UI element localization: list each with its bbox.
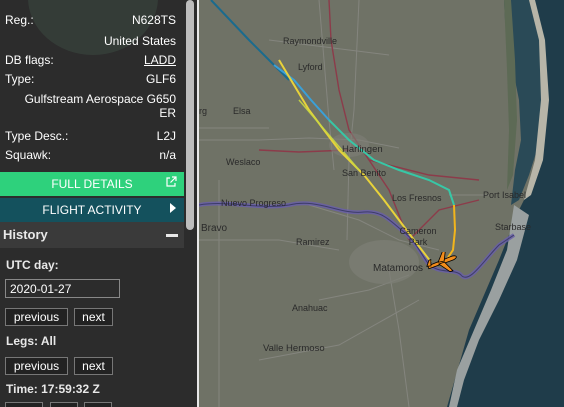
history-header[interactable]: History [0,222,184,248]
place-label: San Benito [342,168,387,178]
time-control-button-2[interactable] [50,402,78,407]
place-label: Port Isabel [483,190,527,200]
type-full-row: Gulfstream Aerospace G650 ER [10,92,176,120]
place-label: Weslaco [226,157,261,167]
db-flags-link[interactable]: LADD [144,53,176,67]
type-desc-label: Type Desc.: [5,129,69,143]
place-label: Anahuac [292,303,328,313]
previous-leg-button[interactable]: previous [5,357,68,375]
history-title: History [3,227,48,242]
place-label: Cameron Park [399,226,437,247]
collapse-icon[interactable] [166,234,178,237]
type-value: GLF6 [145,72,176,86]
squawk-value: n/a [159,148,176,162]
country-row: United States [5,34,176,48]
place-label: Lyford [298,62,323,72]
full-details-button[interactable]: FULL DETAILS [0,172,184,196]
place-label: Ramirez [296,237,330,247]
date-input[interactable]: 2020-01-27 [5,279,120,298]
place-label: Raymondville [283,36,338,46]
place-label: Valle Hermoso [263,343,325,354]
external-link-icon [165,176,177,191]
legs-label: Legs: All [6,334,57,348]
time-label: Time: 17:59:32 Z [6,382,100,396]
squawk-row: Squawk: n/a [5,148,176,162]
flight-activity-label: FLIGHT ACTIVITY [42,203,142,217]
type-label: Type: [5,72,35,86]
reg-value: N628TS [131,13,176,27]
map-view[interactable]: Raymondville Lyford rg Elsa Harlingen We… [199,0,564,407]
type-row: Type: GLF6 [5,72,176,86]
time-control-button-3[interactable] [84,402,112,407]
place-label: rg [199,106,208,116]
place-label: Matamoros [373,263,424,274]
country-value: United States [103,34,176,48]
flight-activity-button[interactable]: FLIGHT ACTIVITY [0,198,184,222]
place-label: Bravo [201,223,228,234]
place-label: Starbase [495,222,532,232]
place-label: Los Fresnos [392,193,442,203]
reg-label: Reg.: [5,13,34,27]
type-full-value: Gulfstream Aerospace G650 ER [24,92,176,120]
reg-row: Reg.: N628TS [5,13,176,27]
chevron-right-icon [170,203,176,213]
db-flags-label: DB flags: [5,53,54,67]
place-label: Elsa [233,106,251,116]
sidebar-scrollbar[interactable] [184,0,197,407]
scrollbar-thumb[interactable] [186,0,194,230]
full-details-label: FULL DETAILS [51,177,133,191]
next-leg-button[interactable]: next [74,357,113,375]
previous-day-button[interactable]: previous [5,308,68,326]
time-control-button-1[interactable] [5,402,43,407]
db-flags-row: DB flags: LADD [5,53,176,67]
place-label: Harlingen [342,144,383,155]
aircraft-icon[interactable] [425,249,459,276]
next-day-button[interactable]: next [74,308,113,326]
type-desc-row: Type Desc.: L2J [5,129,176,143]
type-desc-value: L2J [156,129,176,143]
squawk-label: Squawk: [5,148,52,162]
place-label: Nuevo Progreso [221,198,287,208]
utc-day-label: UTC day: [6,258,59,272]
aircraft-sidebar: Reg.: N628TS United States DB flags: LAD… [0,0,184,407]
